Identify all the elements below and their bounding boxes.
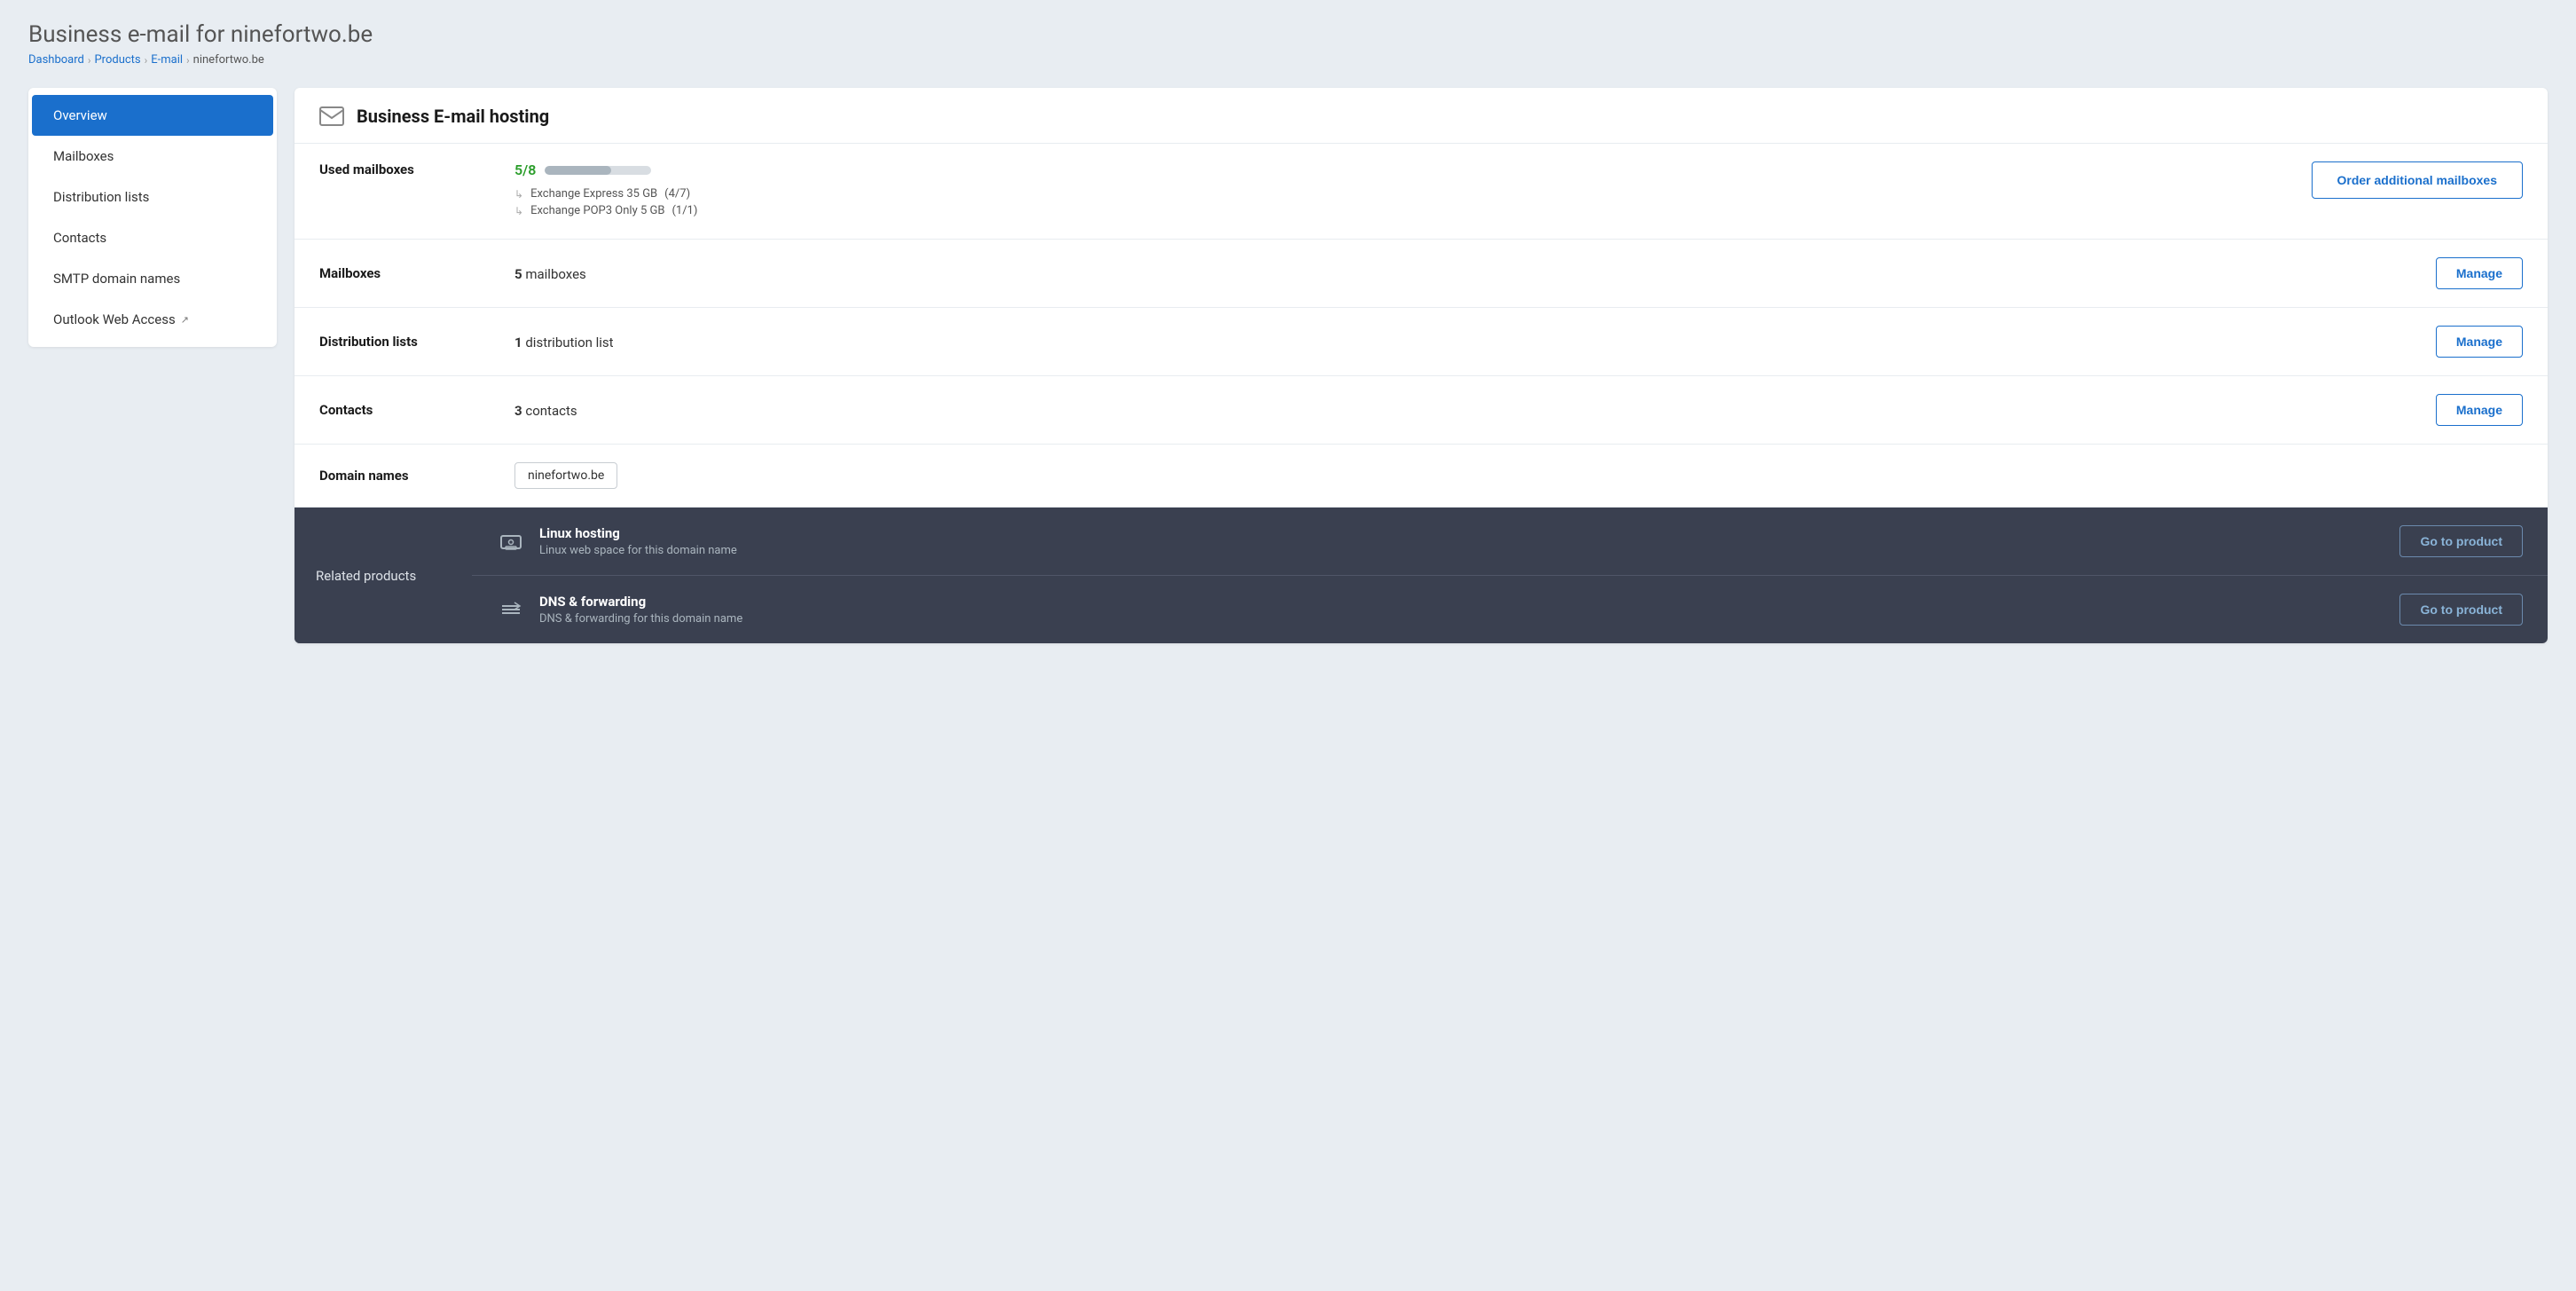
dns-forwarding-go-button[interactable]: Go to product [2399, 594, 2523, 626]
linux-hosting-name: Linux hosting [539, 525, 2385, 541]
sub-arrow-1: ↳ [514, 188, 523, 201]
breadcrumb: Dashboard › Products › E-mail › ninefort… [28, 53, 2548, 67]
sub-arrow-2: ↳ [514, 205, 523, 217]
content-area: Business E-mail hosting Used mailboxes 5… [295, 88, 2548, 643]
linux-hosting-go-button[interactable]: Go to product [2399, 525, 2523, 557]
contacts-manage-button[interactable]: Manage [2436, 394, 2523, 426]
linux-hosting-desc: Linux web space for this domain name [539, 544, 2385, 557]
email-icon [319, 106, 344, 126]
distribution-lists-label: Distribution lists [319, 334, 497, 350]
breadcrumb-dashboard[interactable]: Dashboard [28, 53, 84, 67]
dns-forwarding-info: DNS & forwarding DNS & forwarding for th… [539, 594, 2385, 626]
sidebar: Overview Mailboxes Distribution lists Co… [28, 88, 277, 347]
used-mailboxes-value: 5/8 ↳ Exchange Express 35 GB (4/7) ↳ Exc… [514, 161, 2294, 221]
mailboxes-label: Mailboxes [319, 265, 497, 281]
breadcrumb-current: ninefortwo.be [193, 53, 264, 67]
related-products-list: Linux hosting Linux web space for this d… [472, 508, 2548, 643]
related-products-label-col: Related products [295, 508, 472, 643]
breadcrumb-products[interactable]: Products [94, 53, 140, 67]
used-fraction: 5/8 [514, 161, 536, 178]
domain-names-label: Domain names [319, 468, 497, 484]
progress-bar [545, 166, 651, 175]
domain-names-value: ninefortwo.be [514, 462, 2523, 489]
breadcrumb-email[interactable]: E-mail [151, 53, 183, 67]
mailboxes-row: Mailboxes 5 mailboxes Manage [295, 240, 2548, 308]
sidebar-item-mailboxes[interactable]: Mailboxes [32, 136, 273, 177]
related-product-linux: Linux hosting Linux web space for this d… [472, 508, 2548, 576]
linux-hosting-icon [497, 527, 525, 555]
dns-forwarding-desc: DNS & forwarding for this domain name [539, 612, 2385, 626]
content-title: Business E-mail hosting [357, 106, 549, 127]
dns-forwarding-name: DNS & forwarding [539, 594, 2385, 610]
progress-bar-fill [545, 166, 610, 175]
domain-badge: ninefortwo.be [514, 462, 617, 489]
related-products-label: Related products [316, 568, 416, 584]
sidebar-item-overview[interactable]: Overview [32, 95, 273, 136]
sidebar-item-owa[interactable]: Outlook Web Access ↗ [32, 299, 273, 340]
distribution-lists-value: 1 distribution list [514, 334, 2418, 350]
external-link-icon: ↗ [181, 314, 189, 326]
mailboxes-manage-button[interactable]: Manage [2436, 257, 2523, 289]
order-mailboxes-action: Order additional mailboxes [2312, 161, 2524, 199]
distribution-lists-manage-button[interactable]: Manage [2436, 326, 2523, 358]
contacts-row: Contacts 3 contacts Manage [295, 376, 2548, 445]
sub-item-pop3: ↳ Exchange POP3 Only 5 GB (1/1) [514, 204, 2294, 217]
related-products-section: Related products Linux hos [295, 508, 2548, 643]
linux-hosting-info: Linux hosting Linux web space for this d… [539, 525, 2385, 557]
related-product-dns: DNS & forwarding DNS & forwarding for th… [472, 576, 2548, 643]
order-additional-mailboxes-button[interactable]: Order additional mailboxes [2312, 161, 2524, 199]
dns-forwarding-icon [497, 595, 525, 624]
contacts-label: Contacts [319, 402, 497, 418]
sidebar-item-smtp[interactable]: SMTP domain names [32, 258, 273, 299]
sub-item-exchange-express: ↳ Exchange Express 35 GB (4/7) [514, 187, 2294, 201]
mailboxes-value: 5 mailboxes [514, 265, 2418, 282]
used-mailboxes-row: Used mailboxes 5/8 ↳ Exchange Express 35… [295, 144, 2548, 240]
contacts-value: 3 contacts [514, 402, 2418, 419]
used-mailboxes-label: Used mailboxes [319, 161, 497, 177]
page-header: Business e-mail for ninefortwo.be Dashbo… [28, 21, 2548, 67]
content-header: Business E-mail hosting [295, 88, 2548, 144]
domain-names-row: Domain names ninefortwo.be [295, 445, 2548, 508]
main-layout: Overview Mailboxes Distribution lists Co… [28, 88, 2548, 643]
distribution-lists-row: Distribution lists 1 distribution list M… [295, 308, 2548, 376]
sidebar-item-contacts[interactable]: Contacts [32, 217, 273, 258]
page-title: Business e-mail for ninefortwo.be [28, 21, 2548, 48]
sidebar-item-distribution-lists[interactable]: Distribution lists [32, 177, 273, 217]
